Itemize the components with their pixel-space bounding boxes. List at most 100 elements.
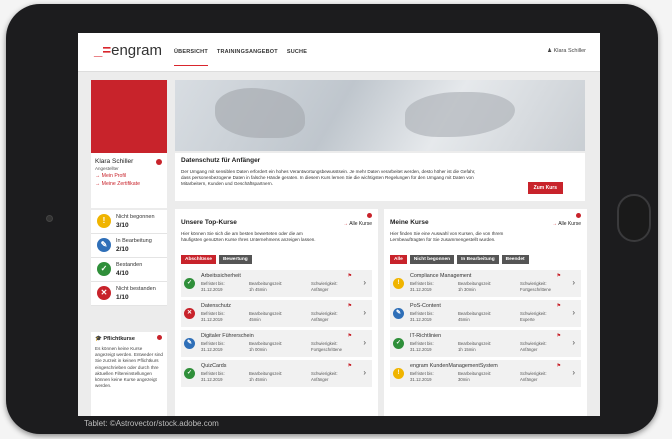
course-time-label: Bearbeitungszeit: xyxy=(249,371,283,376)
logo[interactable]: _=engram xyxy=(94,42,162,59)
nav-trainingsangebot[interactable]: TRAININGSANGEBOT xyxy=(217,49,278,66)
user-menu[interactable]: ♟ Klara Schiller xyxy=(547,48,586,54)
course-item[interactable]: ! engram KundenManagementSystem Befriste… xyxy=(390,360,581,387)
top-courses-settings-icon[interactable] xyxy=(367,213,372,218)
logo-mark-icon: _= xyxy=(94,42,112,59)
course-item[interactable]: ✓ IT-Richtlinien Befristet bis: 31.12.201… xyxy=(390,330,581,357)
filter-beendet[interactable]: Beendet xyxy=(501,255,529,264)
course-item[interactable]: ✎ Digitaler Führerschein Befristet bis: 3… xyxy=(181,330,372,357)
course-time-label: Bearbeitungszeit: xyxy=(249,341,283,346)
link-mein-profil-label: Mein Profil xyxy=(101,173,127,179)
warning-icon: ! xyxy=(393,368,404,379)
stat-label: Nicht begonnen xyxy=(116,214,155,220)
course-time: Bearbeitungszeit: 30min xyxy=(458,371,491,382)
camera-icon xyxy=(46,215,53,222)
nav-suche[interactable]: SUCHE xyxy=(287,49,307,66)
course-time-label: Bearbeitungszeit: xyxy=(249,281,283,286)
course-level-value: Fortgeschrittene xyxy=(311,346,343,352)
filter-nicht-begonnen[interactable]: Nicht begonnen xyxy=(409,255,455,264)
course-due: Befristet bis: 31.12.2019 xyxy=(201,311,225,322)
course-due-value: 31.12.2019 xyxy=(201,316,223,322)
course-due-value: 31.12.2019 xyxy=(201,376,223,382)
course-time-value: 1h 15min xyxy=(458,346,476,352)
course-time: Bearbeitungszeit: 45min xyxy=(249,311,282,322)
user-name: Klara Schiller xyxy=(553,48,586,54)
link-mein-profil[interactable]: → Mein Profil xyxy=(91,172,167,180)
filter-abschluesse[interactable]: Abschlüsse xyxy=(181,255,216,264)
filter-in-bearbeitung[interactable]: In Bearbeitung xyxy=(457,255,499,264)
zum-kurs-button[interactable]: Zum Kurs xyxy=(527,182,563,194)
course-due: Befristet bis: 31.12.2019 xyxy=(410,341,434,352)
course-item[interactable]: ! Compliance Management Befristet bis: 31… xyxy=(390,270,581,297)
course-due-label: Befristet bis: xyxy=(410,281,434,286)
pflichtkurse-title: 🎓 Pflichtkurse xyxy=(95,336,163,342)
course-time: Bearbeitungszeit: 1h 45min xyxy=(249,281,282,292)
flag-icon: ⚑ xyxy=(556,273,561,279)
course-title: Datenschutz xyxy=(201,303,231,309)
stat-passed[interactable]: ✓ Bestanden 4/10 xyxy=(91,258,167,282)
hero-hand-shape xyxy=(405,92,515,137)
top-courses-all-label: Alle Kurse xyxy=(349,221,372,227)
course-level: Schwierigkeit: Fortgeschrittene xyxy=(520,281,551,292)
flag-icon: ⚑ xyxy=(556,303,561,309)
course-level-label: Schwierigkeit: xyxy=(311,311,338,316)
course-due: Befristet bis: 31.12.2019 xyxy=(201,281,225,292)
course-item[interactable]: ✎ PoS-Content Befristet bis: 31.12.2019 B… xyxy=(390,300,581,327)
course-due-value: 31.12.2019 xyxy=(410,346,432,352)
flag-icon: ⚑ xyxy=(556,333,561,339)
course-due-value: 31.12.2019 xyxy=(410,316,432,322)
stat-value: 2/10 xyxy=(116,246,129,253)
my-courses-all-label: Alle Kurse xyxy=(558,221,581,227)
top-courses-all-link[interactable]: → Alle Kurse xyxy=(343,221,372,227)
course-title: PoS-Content xyxy=(410,303,441,309)
flag-icon: ⚑ xyxy=(347,273,352,279)
chevron-right-icon[interactable]: › xyxy=(572,278,575,287)
course-level-value: Fortgeschrittene xyxy=(520,286,552,292)
course-level-value: Anfänger xyxy=(520,346,538,352)
pflichtkurse-text: Es können keine Kurse angezeigt werden. … xyxy=(95,346,163,389)
stat-failed[interactable]: ✕ Nicht bestanden 1/10 xyxy=(91,282,167,306)
course-due: Befristet bis: 31.12.2019 xyxy=(410,371,434,382)
arrow-right-icon: → xyxy=(343,221,349,227)
pflichtkurse-settings-icon[interactable] xyxy=(157,335,162,340)
profile-settings-icon[interactable] xyxy=(156,159,162,165)
profile-card: Klara Schiller Angestellter → Mein Profi… xyxy=(91,80,167,208)
chevron-right-icon[interactable]: › xyxy=(363,278,366,287)
course-level-value: Anfänger xyxy=(311,316,329,322)
nav-uebersicht[interactable]: ÜBERSICHT xyxy=(174,49,208,66)
course-level: Schwierigkeit: Anfänger xyxy=(311,311,338,322)
course-level-label: Schwierigkeit: xyxy=(520,371,547,376)
home-button[interactable] xyxy=(617,194,651,242)
course-level: Schwierigkeit: Experte xyxy=(520,311,547,322)
my-courses-all-link[interactable]: → Alle Kurse xyxy=(552,221,581,227)
course-item[interactable]: ✕ Datenschutz Befristet bis: 31.12.2019 B… xyxy=(181,300,372,327)
filter-alle[interactable]: Alle xyxy=(390,255,407,264)
course-due-label: Befristet bis: xyxy=(201,341,225,346)
course-due-value: 31.12.2019 xyxy=(410,286,432,292)
stat-not-started[interactable]: ! Nicht begonnen 3/10 xyxy=(91,210,167,234)
chevron-right-icon[interactable]: › xyxy=(572,368,575,377)
my-courses-title: Meine Kurse xyxy=(390,219,429,226)
course-time-label: Bearbeitungszeit: xyxy=(458,311,492,316)
chevron-right-icon[interactable]: › xyxy=(572,338,575,347)
cross-icon: ✕ xyxy=(97,286,111,300)
top-courses-title: Unsere Top-Kurse xyxy=(181,219,237,226)
my-courses-filters: Alle Nicht begonnen In Bearbeitung Beend… xyxy=(390,255,529,264)
stat-value: 4/10 xyxy=(116,270,129,277)
course-item[interactable]: ✓ Arbeitssicherheit Befristet bis: 31.12.… xyxy=(181,270,372,297)
stat-in-progress[interactable]: ✎ In Bearbeitung 2/10 xyxy=(91,234,167,258)
link-meine-zertifikate[interactable]: → Meine Zertifikate xyxy=(91,180,167,188)
top-courses-panel: Unsere Top-Kurse → Alle Kurse Hier könne… xyxy=(175,209,378,416)
chevron-right-icon[interactable]: › xyxy=(363,308,366,317)
course-level-label: Schwierigkeit: xyxy=(311,371,338,376)
my-courses-settings-icon[interactable] xyxy=(576,213,581,218)
course-time-label: Bearbeitungszeit: xyxy=(458,281,492,286)
course-time-label: Bearbeitungszeit: xyxy=(458,341,492,346)
course-item[interactable]: ✓ QuizCards Befristet bis: 31.12.2019 Bea… xyxy=(181,360,372,387)
filter-bewertung[interactable]: Bewertung xyxy=(218,255,252,264)
chevron-right-icon[interactable]: › xyxy=(363,368,366,377)
course-due-label: Befristet bis: xyxy=(201,281,225,286)
chevron-right-icon[interactable]: › xyxy=(572,308,575,317)
course-time-label: Bearbeitungszeit: xyxy=(249,311,283,316)
chevron-right-icon[interactable]: › xyxy=(363,338,366,347)
